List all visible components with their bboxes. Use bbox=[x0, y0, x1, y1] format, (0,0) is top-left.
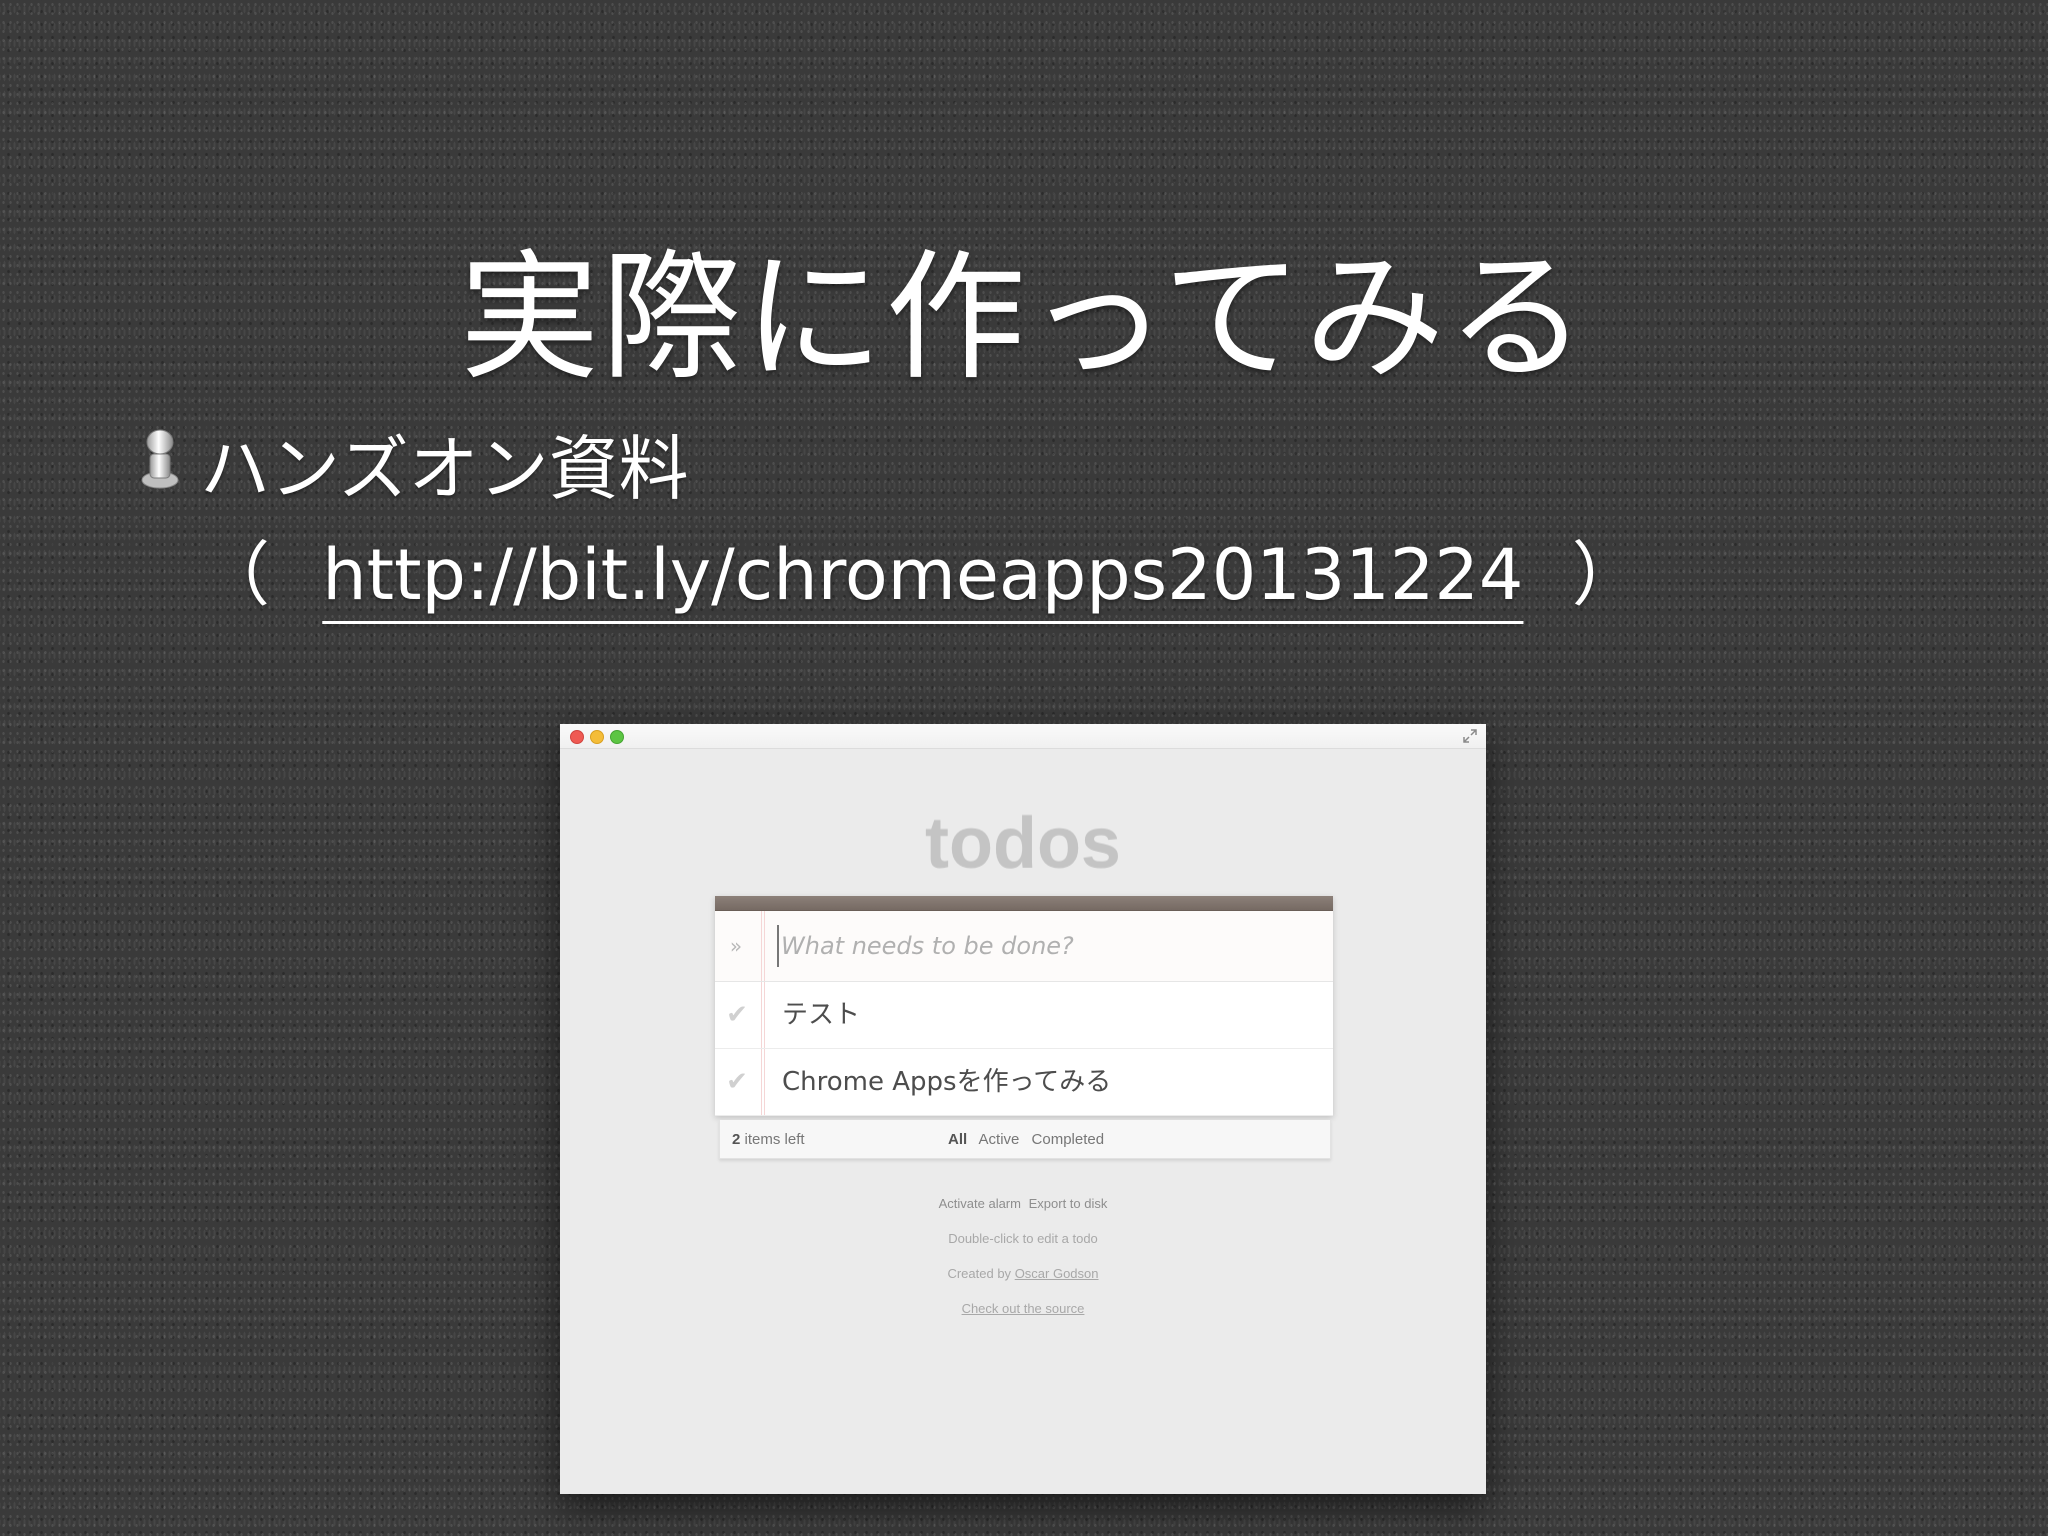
minimize-button[interactable] bbox=[590, 730, 604, 744]
todo-item[interactable]: ✔ Chrome Appsを作ってみる bbox=[715, 1049, 1333, 1116]
count-number: 2 bbox=[732, 1131, 741, 1148]
export-to-disk-link[interactable]: Export to disk bbox=[1029, 1196, 1108, 1211]
filter-completed[interactable]: Completed bbox=[1032, 1131, 1105, 1148]
filter-all[interactable]: All bbox=[948, 1131, 967, 1148]
todo-item[interactable]: ✔ テスト bbox=[715, 982, 1333, 1049]
close-paren: ） bbox=[1571, 534, 1642, 616]
todo-footer: 2 items left All Active Completed bbox=[719, 1120, 1331, 1159]
credit-line: Created by Oscar Godson bbox=[560, 1266, 1486, 1281]
margin-line bbox=[761, 911, 765, 981]
checkmark-icon[interactable]: ✔ bbox=[723, 1000, 751, 1030]
todo-app-window: todos » ✔ テスト ✔ Chrome Appsを作ってみる 2 item… bbox=[560, 724, 1486, 1494]
panel-header bbox=[715, 896, 1333, 911]
slide-title: 実際に作ってみる bbox=[459, 236, 1589, 400]
actions-line: Activate alarm Export to disk bbox=[560, 1196, 1486, 1211]
todo-label: テスト bbox=[782, 1000, 861, 1030]
handson-link[interactable]: http://bit.ly/chromeapps20131224 bbox=[322, 530, 1523, 620]
source-line: Check out the source bbox=[560, 1301, 1486, 1316]
source-link[interactable]: Check out the source bbox=[962, 1301, 1085, 1316]
checkmark-icon[interactable]: ✔ bbox=[723, 1067, 751, 1097]
margin-line bbox=[761, 1049, 765, 1115]
credit-prefix: Created by bbox=[947, 1266, 1012, 1281]
new-todo-row: » bbox=[715, 911, 1333, 982]
todo-panel: » ✔ テスト ✔ Chrome Appsを作ってみる bbox=[715, 896, 1333, 1116]
bullet-text: ハンズオン資料 bbox=[200, 428, 689, 510]
margin-line bbox=[761, 982, 765, 1048]
todo-label: Chrome Appsを作ってみる bbox=[782, 1067, 1112, 1097]
close-button[interactable] bbox=[570, 730, 584, 744]
filter-active[interactable]: Active bbox=[979, 1131, 1020, 1148]
items-left-count: 2 items left bbox=[732, 1131, 805, 1148]
window-titlebar bbox=[560, 724, 1486, 749]
open-paren: （ bbox=[200, 534, 270, 616]
pushpin-icon bbox=[141, 429, 179, 489]
fullscreen-icon[interactable] bbox=[1462, 728, 1478, 744]
author-link[interactable]: Oscar Godson bbox=[1015, 1266, 1099, 1281]
count-suffix: items left bbox=[744, 1131, 805, 1148]
filters: All Active Completed bbox=[948, 1131, 1112, 1148]
activate-alarm-link[interactable]: Activate alarm bbox=[939, 1196, 1021, 1211]
new-todo-input[interactable] bbox=[777, 925, 1313, 967]
link-line: （ http://bit.ly/chromeapps20131224 ） bbox=[200, 530, 1642, 620]
app-heading: todos bbox=[925, 804, 1121, 884]
edit-hint: Double-click to edit a todo bbox=[948, 1231, 1098, 1246]
double-chevron-down-icon[interactable]: » bbox=[723, 933, 749, 959]
maximize-button[interactable] bbox=[610, 730, 624, 744]
